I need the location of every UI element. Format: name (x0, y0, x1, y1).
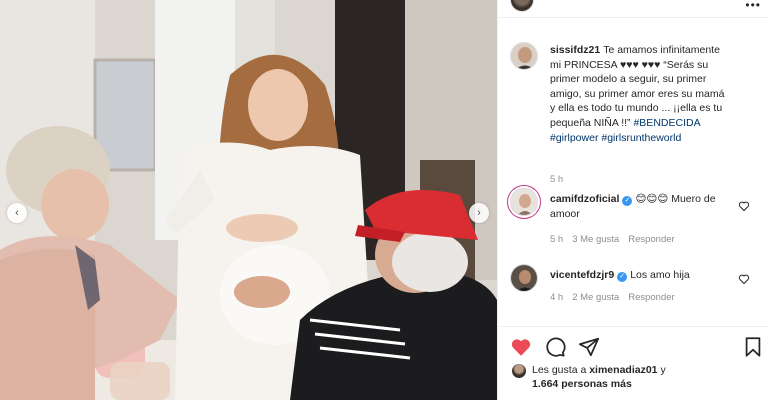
caption-avatar[interactable] (510, 42, 538, 70)
comments-list[interactable]: sissifdz21 Te amamos infinitamente mi PRI… (498, 28, 768, 328)
author-avatar[interactable] (510, 0, 534, 12)
action-bar (498, 326, 768, 366)
reply-button[interactable]: Responder (628, 234, 674, 245)
small-heart-icon[interactable] (738, 200, 750, 212)
liked-by-suffix: y (660, 364, 666, 376)
comment-likes[interactable]: 3 Me gusta (572, 234, 619, 245)
liked-by-user[interactable]: ximenadiaz01 (589, 364, 657, 376)
post-photo[interactable]: ‹ › (0, 0, 497, 400)
hashtags-girlpower[interactable]: #girlpower #girlsruntheworld (550, 132, 681, 144)
liked-by-prefix: Les gusta a (532, 364, 587, 376)
verified-icon: ✓ (617, 272, 628, 282)
carousel-prev-button[interactable]: ‹ (7, 203, 27, 223)
hashtag-bendecida[interactable]: #BENDECIDA (633, 117, 700, 129)
commenter-avatar-image (511, 189, 537, 215)
verified-icon: ✓ (622, 196, 633, 206)
commenter-avatar-image (511, 265, 537, 291)
liker-avatar[interactable] (512, 364, 526, 378)
comment-body: Los amo hija (630, 269, 690, 281)
caption-meta: 5 h (550, 174, 572, 185)
carousel-next-button[interactable]: › (469, 203, 489, 223)
liked-by-line: Les gusta a ximenadiaz01 y (532, 363, 666, 377)
caption-username[interactable]: sissifdz21 (550, 44, 600, 56)
share-icon[interactable] (578, 336, 600, 358)
more-options-icon[interactable]: ••• (745, 0, 761, 12)
post-side-panel: ••• sissifdz21 Te amamos infinitamente mi… (497, 0, 768, 400)
comment-meta: 4 h 2 Me gusta Responder (550, 292, 684, 303)
commenter-avatar[interactable] (510, 188, 538, 216)
comment-time[interactable]: 4 h (550, 292, 563, 303)
bookmark-icon[interactable] (742, 336, 764, 358)
comment-icon[interactable] (544, 336, 566, 358)
comment-username[interactable]: vicentefdzjr9 (550, 269, 614, 281)
comment-likes[interactable]: 2 Me gusta (572, 292, 619, 303)
photo-illustration (0, 0, 497, 400)
comment-text: camifdzoficial ✓ 😊😊😊 Muero de amoor (550, 192, 726, 221)
caption-avatar-image (511, 43, 537, 69)
heart-icon[interactable] (510, 336, 532, 358)
post-header: ••• (498, 0, 768, 18)
commenter-avatar[interactable] (510, 264, 538, 292)
comment-meta: 5 h 3 Me gusta Responder (550, 234, 684, 245)
reply-button[interactable]: Responder (628, 292, 674, 303)
comment-username[interactable]: camifdzoficial (550, 193, 619, 205)
likes-count[interactable]: 1.664 personas más (532, 377, 632, 391)
caption-time[interactable]: 5 h (550, 174, 563, 185)
comment-time[interactable]: 5 h (550, 234, 563, 245)
small-heart-icon[interactable] (738, 273, 750, 285)
caption-text: sissifdz21 Te amamos infinitamente mi PRI… (550, 43, 726, 145)
comment-text: vicentefdzjr9 ✓ Los amo hija (550, 268, 726, 283)
